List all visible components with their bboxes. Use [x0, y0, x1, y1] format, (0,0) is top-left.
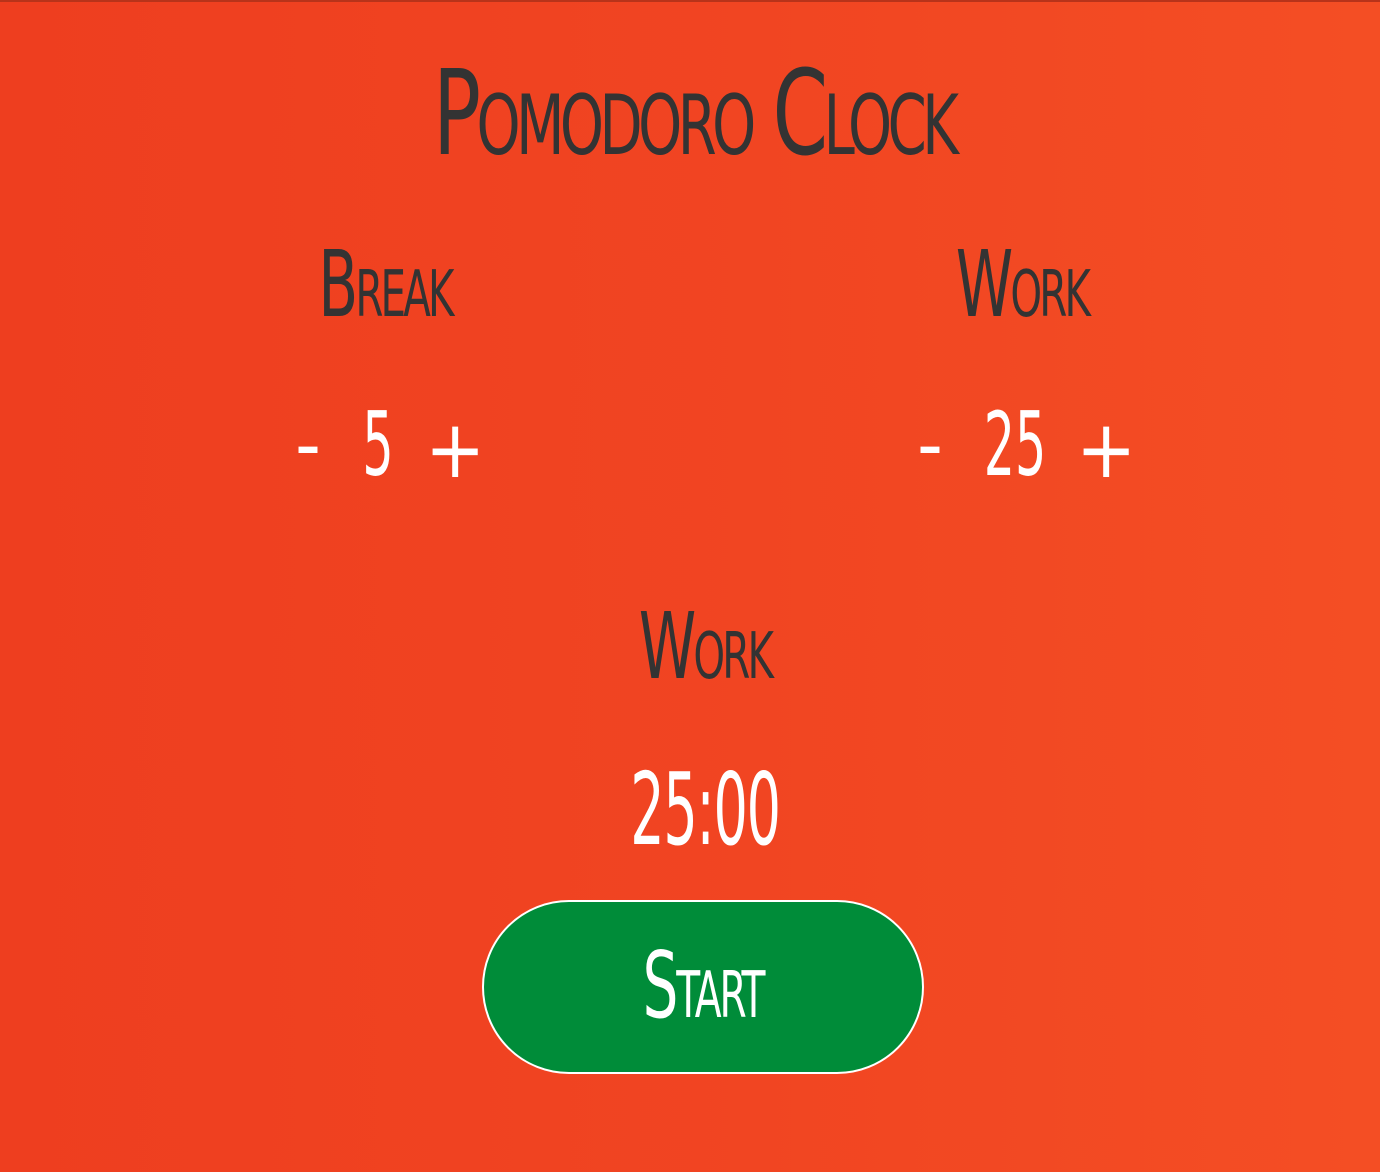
top-border [0, 0, 1380, 2]
break-length-value: 5 [362, 393, 394, 496]
break-label: Break [318, 231, 454, 338]
break-decrement-button[interactable]: - [280, 400, 336, 490]
start-button-label: Start [642, 932, 766, 1039]
session-label: Work [638, 593, 774, 700]
app-title: Pomodoro Clock [433, 44, 959, 182]
break-increment-button[interactable]: + [425, 405, 485, 495]
work-length-value: 25 [983, 393, 1047, 496]
start-button[interactable]: Start [482, 900, 924, 1074]
timer-display: 25:00 [630, 751, 781, 868]
work-increment-button[interactable]: + [1076, 405, 1136, 495]
work-decrement-button[interactable]: - [902, 400, 958, 490]
work-label: Work [955, 231, 1091, 338]
